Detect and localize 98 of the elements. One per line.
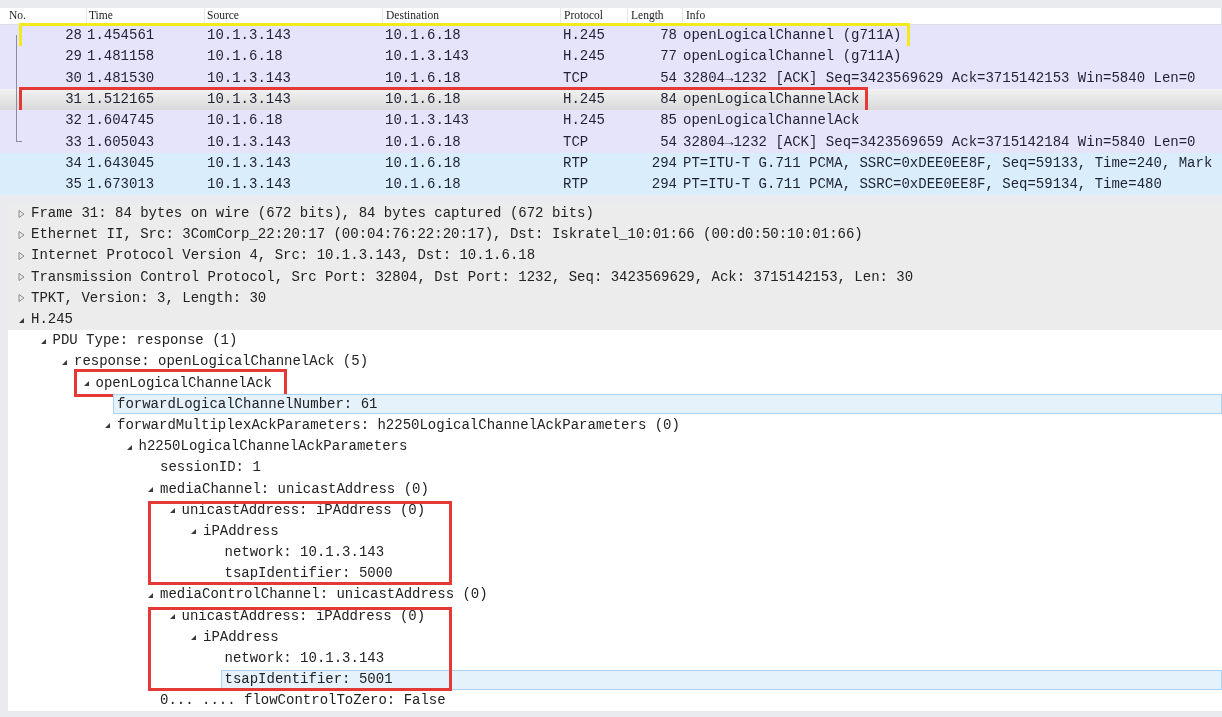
packet-protocol: TCP — [562, 68, 590, 88]
tree-item-label[interactable]: response: openLogicalChannelAck (5) — [70, 351, 370, 372]
packet-source: 10.1.3.143 — [206, 153, 292, 173]
packet-protocol: TCP — [562, 132, 590, 152]
packet-source: 10.1.3.143 — [206, 132, 292, 152]
column-header[interactable]: No. — [0, 8, 87, 24]
packet-destination: 10.1.6.18 — [384, 175, 462, 195]
tree-item-label[interactable]: tsapIdentifier: 5000 — [220, 563, 394, 584]
tree-item-label[interactable]: 0... .... flowControlToZero: False — [156, 690, 447, 711]
packet-protocol: H.245 — [562, 111, 606, 131]
packet-info: openLogicalChannelAck — [682, 111, 861, 131]
packet-length: 294 — [650, 175, 677, 195]
packet-length: 84 — [659, 90, 677, 110]
tree-item-label[interactable]: Transmission Control Protocol, Src Port: 32804, Dst Port: 1232, Seq: 3423569629, Ack: 3715142153, Len: 30 — [27, 267, 915, 288]
packet-time: 1.454561 — [87, 26, 156, 46]
packet-number: 30 — [64, 68, 82, 88]
tree-item-label[interactable]: iPAddress — [199, 627, 280, 648]
packet-source: 10.1.3.143 — [206, 90, 292, 110]
column-header[interactable]: Source — [205, 8, 383, 24]
packet-source: 10.1.6.18 — [206, 47, 284, 67]
packet-info: openLogicalChannel (g711A) — [682, 26, 903, 46]
packet-protocol: RTP — [562, 153, 590, 173]
packet-info: 32804→1232 [ACK] Seq=3423569659 Ack=3715142184 Win=5840 Len=0 — [682, 132, 1197, 152]
tree-item-label[interactable]: openLogicalChannelAck — [91, 373, 273, 394]
packet-destination: 10.1.6.18 — [384, 90, 462, 110]
packet-number: 34 — [64, 153, 82, 173]
tree-row[interactable]: Ethernet II, Src: 3ComCorp_22:20:17 (00:04:76:22:20:17), Dst: Iskratel_10:01:66 (00:d0:50:10:01:66) — [8, 224, 1222, 246]
packet-row[interactable]: 34 1.643045 10.1.3.143 10.1.6.18 RTP 294 PT=ITU-T G.711 PCMA, SSRC=0xDEE0EE8F, Seq=59133, Time=240, Mark — [0, 152, 1222, 175]
packet-destination: 10.1.6.18 — [384, 26, 462, 46]
packet-number: 28 — [64, 26, 82, 46]
packet-row[interactable]: 29 1.481158 10.1.6.18 10.1.3.143 H.245 77 openLogicalChannel (g711A) — [0, 46, 1222, 68]
packet-protocol: RTP — [562, 175, 590, 195]
tree-item-label[interactable]: h2250LogicalChannelAckParameters — [134, 436, 409, 457]
tree-item-label[interactable]: sessionID: 1 — [156, 457, 262, 478]
packet-source: 10.1.3.143 — [206, 175, 292, 195]
tree-item-label[interactable]: iPAddress — [199, 521, 280, 542]
packet-row[interactable]: 33 1.605043 10.1.3.143 10.1.6.18 TCP 54 32804→1232 [ACK] Seq=3423569659 Ack=3715142184 Win=5840 Len=0 — [0, 131, 1222, 153]
packet-row[interactable]: 35 1.673013 10.1.3.143 10.1.6.18 RTP 294 PT=ITU-T G.711 PCMA, SSRC=0xDEE0EE8F, Seq=59134, Time=480 — [0, 174, 1222, 196]
packet-row[interactable]: 32 1.604745 10.1.6.18 10.1.3.143 H.245 85 openLogicalChannelAck — [0, 110, 1222, 132]
tree-item-label[interactable]: PDU Type: response (1) — [48, 330, 239, 351]
packet-number: 29 — [64, 47, 82, 67]
packet-time: 1.512165 — [87, 90, 156, 110]
packet-time: 1.481530 — [87, 68, 156, 88]
tree-row[interactable]: Frame 31: 84 bytes on wire (672 bits), 84 bytes captured (672 bits) — [8, 203, 1222, 225]
column-header[interactable]: Time — [87, 8, 205, 24]
packet-info: PT=ITU-T G.711 PCMA, SSRC=0xDEE0EE8F, Seq=59133, Time=240, Mark — [682, 153, 1214, 173]
packet-number: 31 — [64, 90, 82, 110]
tree-item-label[interactable]: H.245 — [27, 309, 74, 330]
tree-item-label[interactable]: forwardLogicalChannelNumber: 61 — [113, 394, 1222, 415]
packet-row[interactable]: 28 1.454561 10.1.3.143 10.1.6.18 H.245 78 openLogicalChannel (g711A) — [0, 25, 1222, 47]
tree-row[interactable]: Internet Protocol Version 4, Src: 10.1.3.143, Dst: 10.1.6.18 — [8, 245, 1222, 267]
packet-destination: 10.1.6.18 — [384, 68, 462, 88]
tree-item-label[interactable]: Frame 31: 84 bytes on wire (672 bits), 84 bytes captured (672 bits) — [27, 203, 595, 224]
tree-item-label[interactable]: mediaControlChannel: unicastAddress (0) — [156, 584, 489, 605]
packet-time: 1.604745 — [87, 111, 156, 131]
packet-length: 77 — [659, 47, 677, 67]
column-header[interactable]: Destination — [383, 8, 561, 24]
column-header[interactable]: Info — [683, 8, 1222, 24]
packet-destination: 10.1.6.18 — [384, 132, 462, 152]
tree-item-label[interactable]: Internet Protocol Version 4, Src: 10.1.3.143, Dst: 10.1.6.18 — [27, 245, 537, 266]
tree-row[interactable]: TPKT, Version: 3, Length: 30 — [8, 287, 1222, 309]
packet-number: 35 — [64, 175, 82, 195]
packet-time: 1.673013 — [87, 175, 156, 195]
tree-item-label[interactable]: forwardMultiplexAckParameters: h2250LogicalChannelAckParameters (0) — [113, 415, 681, 436]
packet-info: openLogicalChannel (g711A) — [682, 47, 903, 67]
tree-item-label[interactable]: Ethernet II, Src: 3ComCorp_22:20:17 (00:04:76:22:20:17), Dst: Iskratel_10:01:66 (00:d0:50:10:01:66) — [27, 224, 864, 245]
packet-source: 10.1.3.143 — [206, 26, 292, 46]
packet-destination: 10.1.6.18 — [384, 153, 462, 173]
packet-length: 85 — [659, 111, 677, 131]
packet-info: PT=ITU-T G.711 PCMA, SSRC=0xDEE0EE8F, Seq=59134, Time=480 — [682, 175, 1163, 195]
tree-item-label[interactable]: network: 10.1.3.143 — [220, 648, 386, 669]
packet-length: 54 — [659, 68, 677, 88]
packet-destination: 10.1.3.143 — [384, 47, 470, 67]
packet-number: 32 — [64, 111, 82, 131]
packet-row[interactable]: 31 1.512165 10.1.3.143 10.1.6.18 H.245 84 openLogicalChannelAck — [0, 88, 1222, 111]
packet-time: 1.643045 — [87, 153, 156, 173]
packet-source: 10.1.6.18 — [206, 111, 284, 131]
tree-item-label[interactable]: mediaChannel: unicastAddress (0) — [156, 479, 430, 500]
packet-source: 10.1.3.143 — [206, 68, 292, 88]
packet-protocol: H.245 — [562, 26, 606, 46]
packet-time: 1.481158 — [87, 47, 156, 67]
tree-item-label[interactable]: TPKT, Version: 3, Length: 30 — [27, 288, 268, 309]
tree-row[interactable]: H.245 — [8, 308, 1222, 331]
packet-info: openLogicalChannelAck — [682, 90, 861, 110]
tree-row[interactable]: Transmission Control Protocol, Src Port: 32804, Dst Port: 1232, Seq: 3423569629, Ack: 3715142153, Len: 30 — [8, 266, 1222, 288]
packet-length: 54 — [659, 132, 677, 152]
packet-destination: 10.1.3.143 — [384, 111, 470, 131]
tree-item-label[interactable]: network: 10.1.3.143 — [220, 542, 386, 563]
packet-time: 1.605043 — [87, 132, 156, 152]
packet-length: 294 — [650, 153, 677, 173]
tree-item-label[interactable]: tsapIdentifier: 5001 — [220, 669, 1222, 690]
packet-protocol: H.245 — [562, 47, 606, 67]
packet-length: 78 — [659, 26, 677, 46]
packet-protocol: H.245 — [562, 90, 606, 110]
column-header[interactable]: Length — [628, 8, 683, 24]
column-header[interactable]: Protocol — [561, 8, 628, 24]
packet-info: 32804→1232 [ACK] Seq=3423569629 Ack=3715142153 Win=5840 Len=0 — [682, 68, 1197, 88]
packet-number: 33 — [64, 132, 82, 152]
